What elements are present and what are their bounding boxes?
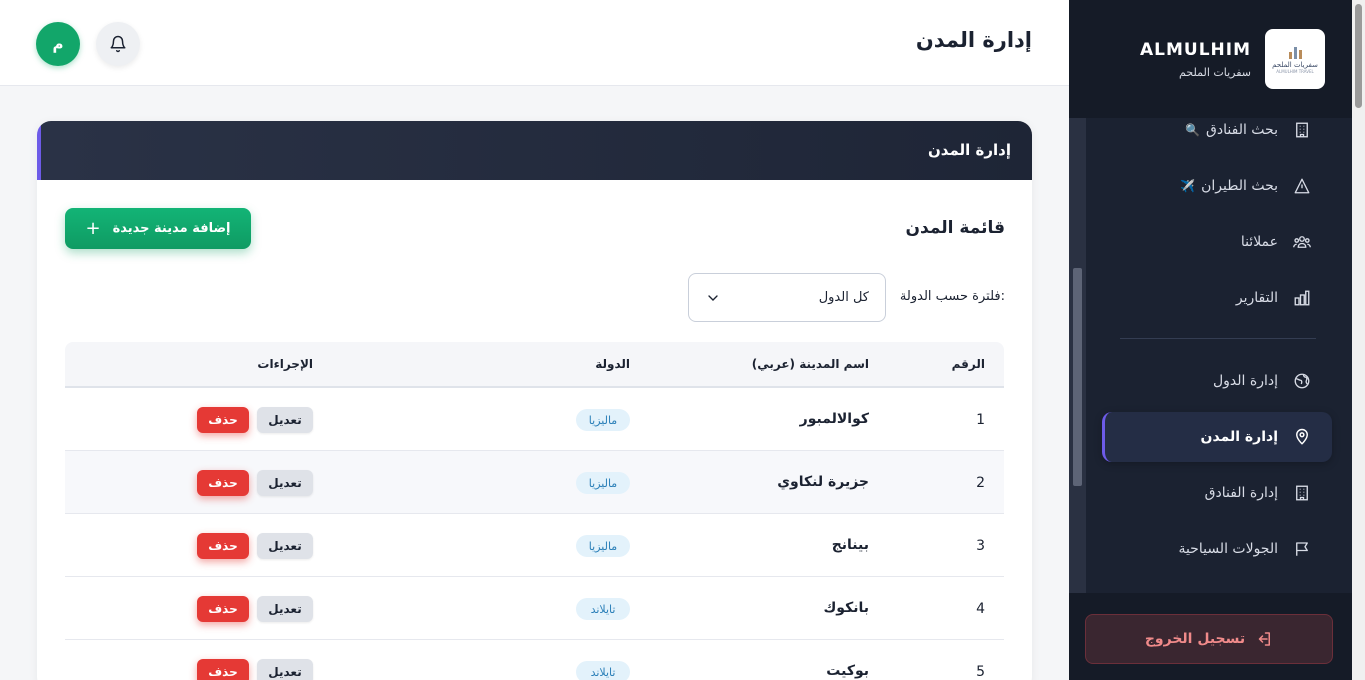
sidebar-divider [1120,338,1316,339]
page-scroll-thumb[interactable] [1355,4,1362,108]
sidebar-item-flight-search[interactable]: ✈️ بحث الطيران [1102,161,1332,211]
sidebar-item-label: إدارة الفنادق [1204,485,1278,501]
logo-subtext: ALMULHIM TRAVEL [1276,68,1314,74]
header-city-name: اسم المدينة (عربي) [751,357,869,371]
plus-icon: + [85,217,101,239]
header-number: الرقم [951,357,985,371]
bar-chart-icon [1292,288,1312,308]
sidebar-item-hotel-search[interactable]: 🔍 بحث الفنادق [1102,118,1332,155]
add-city-label: إضافة مدينة جديدة [112,221,231,236]
map-pin-icon [1292,427,1312,447]
row-city: بوكيت [826,663,869,679]
cities-table: الرقم اسم المدينة (عربي) الدولة الإجراءا… [65,342,1004,680]
delete-button[interactable]: حذف [197,407,249,433]
row-number: 2 [976,475,985,491]
row-city: جزيرة لنكاوي [777,474,869,490]
sidebar-item-cities[interactable]: إدارة المدن [1102,412,1332,462]
top-header: إدارة المدن م [0,0,1069,86]
brand-header: سفريات الملحم ALMULHIM TRAVEL ALMULHIM س… [1069,0,1352,118]
sidebar-scrollbar[interactable] [1069,118,1086,593]
navigation-icon [1292,176,1312,196]
logo-mark-icon [1288,45,1302,59]
logout-label: تسجيل الخروج [1144,631,1246,647]
sidebar-item-tours[interactable]: الجولات السياحية [1102,524,1332,574]
building-icon [1292,120,1312,140]
sidebar-nav: 🔍 بحث الفنادق ✈️ بحث الطيران عملائنا الت… [1086,118,1352,593]
sidebar-item-label: إدارة الدول [1213,373,1278,389]
sidebar-item-reports[interactable]: التقارير [1102,273,1332,323]
table-header: الرقم اسم المدينة (عربي) الدولة الإجراءا… [65,342,1004,388]
magnifier-emoji-icon: 🔍 [1185,123,1201,137]
country-badge: ماليزيا [576,472,630,494]
header-actions: الإجراءات [257,357,313,371]
edit-button[interactable]: تعديل [257,659,313,680]
brand-logo[interactable]: سفريات الملحم ALMULHIM TRAVEL [1265,29,1325,89]
country-badge: تايلاند [576,598,630,620]
country-badge: ماليزيا [576,409,630,431]
logout-icon [1258,632,1271,646]
sidebar-scroll-thumb[interactable] [1073,268,1082,486]
cities-card: إدارة المدن قائمة المدن + إضافة مدينة جد… [37,121,1032,680]
sidebar-item-countries[interactable]: إدارة الدول [1102,356,1332,406]
notifications-button[interactable] [96,22,140,66]
table-row: 5 بوكيت تايلاند تعديل حذف [65,640,1004,680]
row-city: بينانج [831,537,869,553]
sidebar: سفريات الملحم ALMULHIM TRAVEL ALMULHIM س… [1069,0,1352,680]
delete-button[interactable]: حذف [197,470,249,496]
sidebar-item-label: بحث الفنادق [1206,122,1278,138]
list-title: قائمة المدن [905,218,1005,238]
header-country: الدولة [595,357,630,371]
table-row: 1 كوالالمبور ماليزيا تعديل حذف [65,388,1004,451]
airplane-emoji-icon: ✈️ [1180,179,1196,193]
user-avatar[interactable]: م [36,22,80,66]
delete-button[interactable]: حذف [197,596,249,622]
card-title: إدارة المدن [928,141,1011,159]
sidebar-item-label: بحث الطيران [1201,178,1278,194]
row-number: 1 [976,412,985,428]
logout-button[interactable]: تسجيل الخروج [1085,614,1333,664]
row-city: كوالالمبور [799,411,869,427]
sidebar-item-clients[interactable]: عملائنا [1102,217,1332,267]
row-number: 3 [976,538,985,554]
country-badge: ماليزيا [576,535,630,557]
flag-icon [1292,539,1312,559]
row-city: بانكوك [823,600,869,616]
bell-icon [110,35,126,53]
country-badge: تايلاند [576,661,630,680]
edit-button[interactable]: تعديل [257,533,313,559]
filter-label: فلترة حسب الدولة: [899,289,1005,304]
delete-button[interactable]: حذف [197,659,249,680]
sidebar-item-hotels[interactable]: إدارة الفنادق [1102,468,1332,518]
delete-button[interactable]: حذف [197,533,249,559]
logo-text: سفريات الملحم [1272,60,1318,69]
row-number: 4 [976,601,985,617]
table-row: 3 بينانج ماليزيا تعديل حذف [65,514,1004,577]
edit-button[interactable]: تعديل [257,596,313,622]
brand-subtitle: سفريات الملحم [1179,66,1251,79]
sidebar-item-label: الجولات السياحية [1178,541,1278,557]
edit-button[interactable]: تعديل [257,470,313,496]
sidebar-item-label: التقارير [1235,290,1278,306]
filter-selected-value: كل الدول [818,290,869,305]
sidebar-footer: تسجيل الخروج [1069,593,1352,680]
country-filter-select[interactable]: كل الدول [688,273,886,322]
globe-icon [1292,371,1312,391]
sidebar-item-label: إدارة المدن [1200,429,1278,445]
add-city-button[interactable]: + إضافة مدينة جديدة [65,208,251,249]
sidebar-item-label: عملائنا [1240,234,1278,250]
edit-button[interactable]: تعديل [257,407,313,433]
page-title: إدارة المدن [915,28,1032,52]
users-icon [1292,232,1312,252]
chevron-down-icon [708,294,718,301]
building-icon [1292,483,1312,503]
row-number: 5 [976,664,985,680]
card-header: إدارة المدن [37,121,1032,180]
table-row: 4 بانكوك تايلاند تعديل حذف [65,577,1004,640]
page-scrollbar[interactable] [1352,0,1365,680]
brand-name: ALMULHIM [1139,40,1251,60]
table-row: 2 جزيرة لنكاوي ماليزيا تعديل حذف [65,451,1004,514]
